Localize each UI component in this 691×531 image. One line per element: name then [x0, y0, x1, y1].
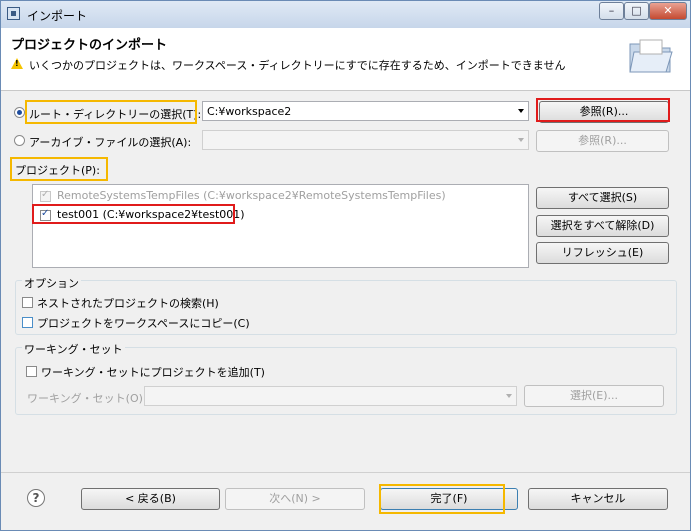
maximize-button[interactable]: □ [624, 2, 649, 20]
root-directory-combo[interactable]: C:¥workspace2 [202, 101, 529, 121]
archive-browse-button[interactable]: 参照(R)... [536, 130, 669, 152]
project-item-remote-systems: RemoteSystemsTempFiles (C:¥workspace2¥Re… [57, 189, 446, 202]
select-all-button[interactable]: すべて選択(S) [536, 187, 669, 209]
deselect-all-button[interactable]: 選択をすべて解除(D) [536, 215, 669, 237]
page-title: プロジェクトのインポート [11, 38, 168, 53]
chevron-down-icon [506, 394, 512, 398]
archive-file-label: アーカイブ・ファイルの選択(A): [29, 136, 192, 149]
add-to-working-set-checkbox[interactable] [26, 366, 37, 377]
copy-projects-label: プロジェクトをワークスペースにコピー(C) [37, 317, 250, 330]
project-checkbox-remote-systems[interactable] [40, 189, 51, 202]
close-button[interactable]: ✕ [649, 2, 687, 20]
minimize-button[interactable]: – [599, 2, 624, 20]
working-set-select-button[interactable]: 選択(E)... [524, 385, 664, 407]
annotation-highlight-test001 [32, 204, 235, 224]
warning-message: いくつかのプロジェクトは、ワークスペース・ディレクトリーにすでに存在するため、イ… [29, 59, 566, 72]
working-set-combo[interactable] [144, 386, 517, 406]
window-title: インポート [27, 9, 88, 23]
help-icon[interactable]: ? [27, 489, 45, 507]
dialog-header: プロジェクトのインポート いくつかのプロジェクトは、ワークスペース・ディレクトリ… [1, 28, 690, 91]
import-dialog: インポート – □ ✕ プロジェクトのインポート いくつかのプロジェクトは、ワー… [0, 0, 691, 531]
working-set-field-label: ワーキング・セット(O): [27, 392, 147, 405]
eclipse-window-icon [7, 7, 20, 20]
annotation-highlight-browse [536, 98, 670, 122]
archive-file-combo[interactable] [202, 130, 529, 150]
annotation-highlight-projects [10, 157, 108, 181]
next-button[interactable]: 次へ(N) > [225, 488, 365, 510]
working-sets-title: ワーキング・セット [22, 341, 125, 357]
title-bar: インポート – □ ✕ [1, 1, 690, 28]
annotation-highlight-finish [379, 484, 505, 514]
footer-divider [1, 472, 690, 473]
back-button[interactable]: < 戻る(B) [81, 488, 220, 510]
cancel-button[interactable]: キャンセル [528, 488, 668, 510]
root-directory-radio[interactable] [14, 107, 25, 118]
warning-icon [11, 58, 23, 69]
chevron-down-icon [518, 138, 524, 142]
root-directory-value: C:¥workspace2 [207, 105, 292, 118]
projects-list[interactable]: RemoteSystemsTempFiles (C:¥workspace2¥Re… [32, 184, 529, 268]
refresh-button[interactable]: リフレッシュ(E) [536, 242, 669, 264]
search-nested-checkbox[interactable] [22, 297, 33, 308]
add-to-working-set-label: ワーキング・セットにプロジェクトを追加(T) [41, 366, 265, 379]
options-title: オプション [22, 275, 81, 291]
archive-file-radio[interactable] [14, 135, 25, 146]
folder-icon [629, 39, 673, 73]
annotation-highlight-root-directory [25, 100, 197, 124]
chevron-down-icon [518, 109, 524, 113]
search-nested-label: ネストされたプロジェクトの検索(H) [37, 297, 219, 310]
copy-projects-checkbox[interactable] [22, 317, 33, 328]
